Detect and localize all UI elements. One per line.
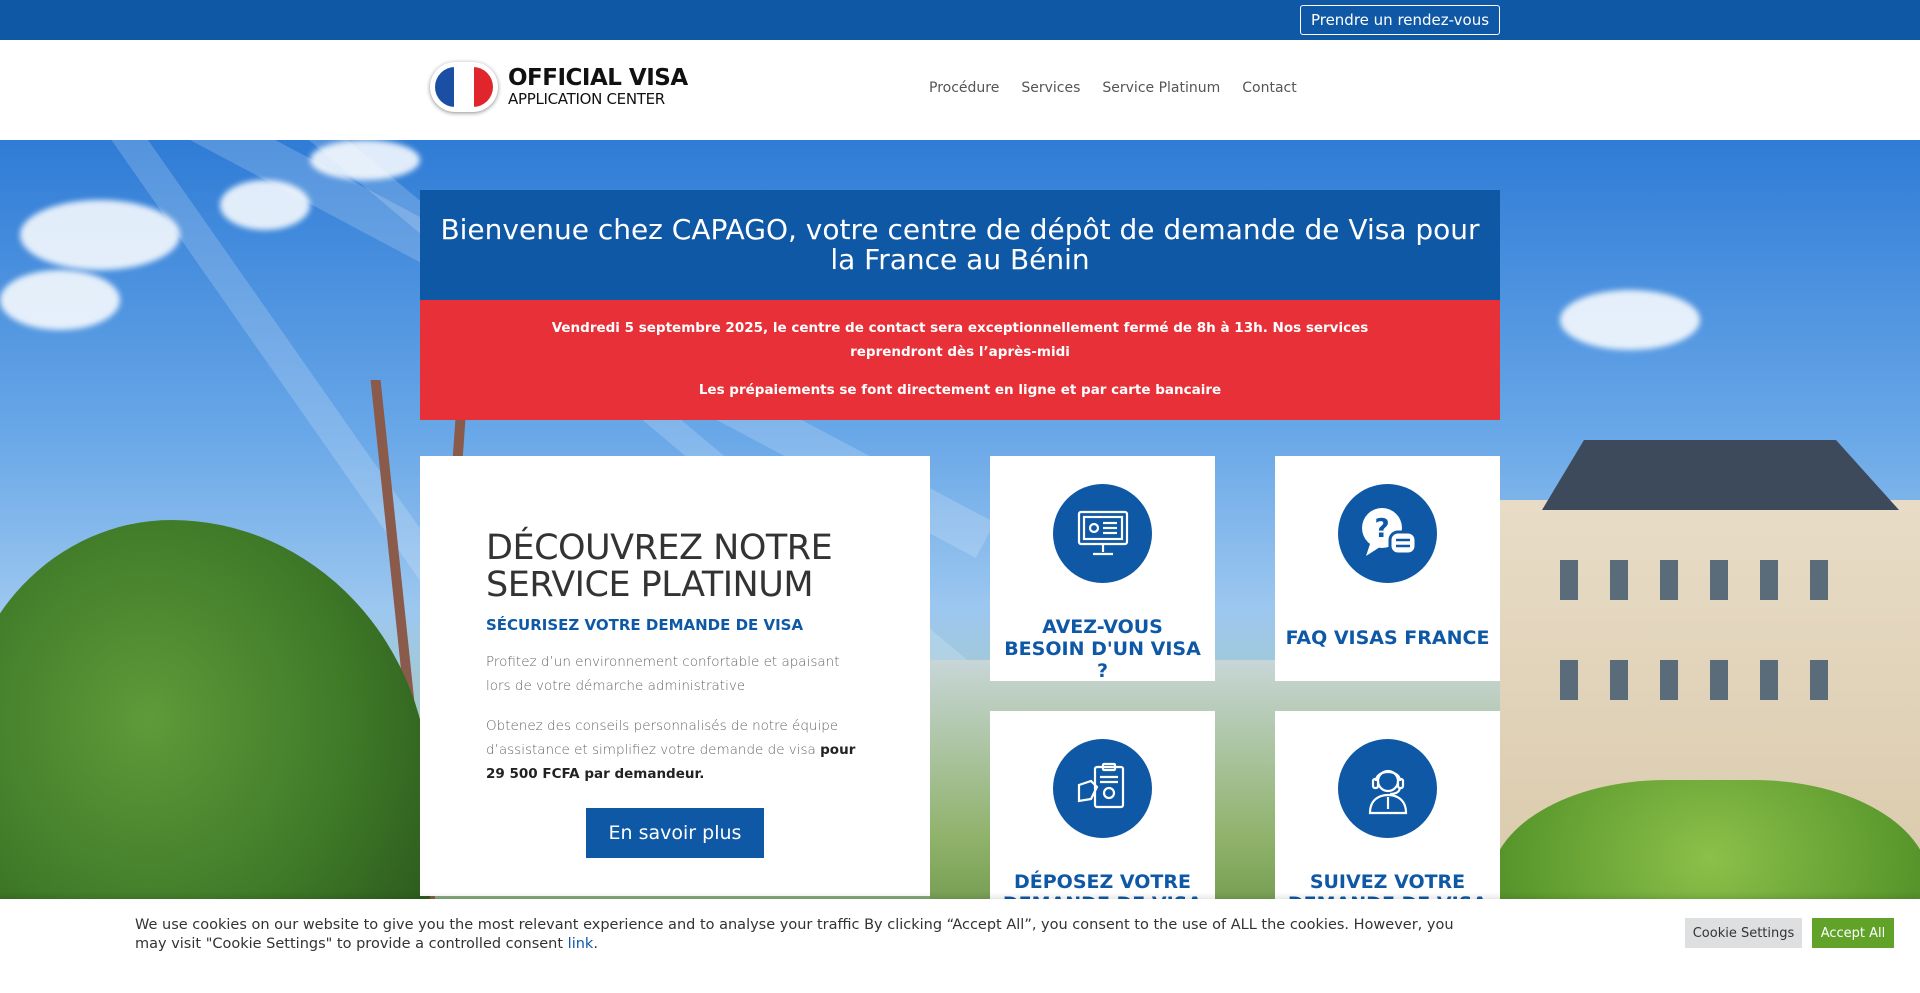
cookie-message: We use cookies on our website to give yo…: [135, 917, 1454, 952]
cookie-settings-button[interactable]: Cookie Settings: [1685, 918, 1802, 948]
logo-title: OFFICIAL VISA: [508, 65, 688, 91]
accept-all-button[interactable]: Accept All: [1812, 918, 1894, 948]
nav-item-service-platinum[interactable]: Service Platinum: [1102, 80, 1220, 96]
logo-subtitle: APPLICATION CENTER: [508, 90, 665, 108]
nav-item-contact[interactable]: Contact: [1242, 80, 1296, 96]
card-faq[interactable]: ? FAQ VISAS FRANCE: [1275, 456, 1500, 681]
computer-settings-icon: [1053, 484, 1152, 583]
alert-notice: Vendredi 5 septembre 2025, le centre de …: [420, 300, 1500, 420]
site-logo[interactable]: OFFICIAL VISA APPLICATION CENTER: [430, 62, 688, 112]
cookie-policy-link[interactable]: link: [568, 936, 594, 952]
card-title-faq: FAQ VISAS FRANCE: [1285, 627, 1490, 649]
svg-text:?: ?: [1374, 514, 1389, 544]
french-flag-icon: [430, 62, 498, 112]
main-nav: Procédure Services Service Platinum Cont…: [929, 80, 1297, 96]
platinum-title: DÉCOUVREZ NOTRE SERVICE PLATINUM: [486, 528, 833, 605]
platinum-subtitle: SÉCURISEZ VOTRE DEMANDE DE VISA: [486, 616, 804, 634]
platinum-panel: DÉCOUVREZ NOTRE SERVICE PLATINUM SÉCURIS…: [420, 456, 930, 896]
card-title-need-visa: AVEZ-VOUS BESOIN D'UN VISA ?: [1004, 616, 1201, 682]
document-hand-icon: [1053, 739, 1152, 838]
platinum-para-1: Profitez d’un environnement confortable …: [486, 654, 840, 694]
appointment-button[interactable]: Prendre un rendez-vous: [1300, 5, 1500, 35]
top-bar: Prendre un rendez-vous: [0, 0, 1920, 40]
site-header: OFFICIAL VISA APPLICATION CENTER Procédu…: [0, 40, 1920, 140]
nav-item-procedure[interactable]: Procédure: [929, 80, 999, 96]
card-need-visa[interactable]: AVEZ-VOUS BESOIN D'UN VISA ?: [990, 456, 1215, 682]
alert-line-prepayment: Les prépaiements se font directement en …: [698, 382, 1222, 398]
cookie-banner: We use cookies on our website to give yo…: [0, 899, 1920, 993]
welcome-banner: Bienvenue chez CAPAGO, votre centre de d…: [420, 190, 1500, 300]
nav-item-services[interactable]: Services: [1021, 80, 1080, 96]
welcome-title: Bienvenue chez CAPAGO, votre centre de d…: [440, 213, 1480, 276]
learn-more-button[interactable]: En savoir plus: [586, 808, 764, 858]
alert-line-closure: Vendredi 5 septembre 2025, le centre de …: [551, 320, 1369, 360]
support-agent-icon: [1338, 739, 1437, 838]
platinum-para-2: Obtenez des conseils personnalisés de no…: [486, 718, 856, 782]
question-chat-icon: ?: [1338, 484, 1437, 583]
